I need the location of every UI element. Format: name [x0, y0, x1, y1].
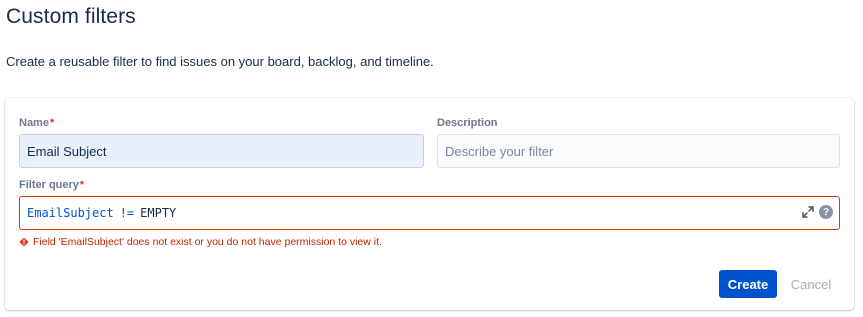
error-icon	[19, 237, 29, 247]
help-icon[interactable]: ?	[819, 205, 833, 219]
description-placeholder: Describe your filter	[445, 143, 554, 159]
page-description: Create a reusable filter to find issues …	[6, 54, 434, 69]
required-mark: *	[49, 117, 55, 129]
name-label-text: Name	[19, 117, 49, 129]
filter-query-input[interactable]: EmailSubject != EMPTY ?	[19, 196, 840, 230]
description-label: Description	[437, 117, 498, 129]
page-title: Custom filters	[6, 5, 136, 28]
query-icons: ?	[801, 205, 833, 219]
query-error: Field 'EmailSubject' does not exist or y…	[19, 236, 382, 248]
name-field-value: Email Subject	[27, 143, 107, 159]
name-field[interactable]: Email Subject	[19, 134, 424, 168]
name-label: Name*	[19, 117, 54, 129]
query-value-token: EMPTY	[140, 206, 177, 220]
query-field-token: EmailSubject	[27, 206, 114, 220]
custom-filters-page: Custom filters Create a reusable filter …	[0, 0, 863, 317]
required-mark: *	[79, 179, 85, 191]
expand-icon[interactable]	[801, 205, 815, 219]
cancel-button[interactable]: Cancel	[785, 270, 837, 298]
error-message: Field 'EmailSubject' does not exist or y…	[33, 236, 382, 248]
create-button[interactable]: Create	[719, 270, 777, 298]
filter-form-card: Name* Email Subject Description Describe…	[5, 98, 854, 310]
query-label: Filter query*	[19, 179, 84, 191]
query-label-text: Filter query	[19, 179, 79, 191]
description-field[interactable]: Describe your filter	[437, 134, 840, 168]
query-operator-token: !=	[119, 206, 135, 220]
